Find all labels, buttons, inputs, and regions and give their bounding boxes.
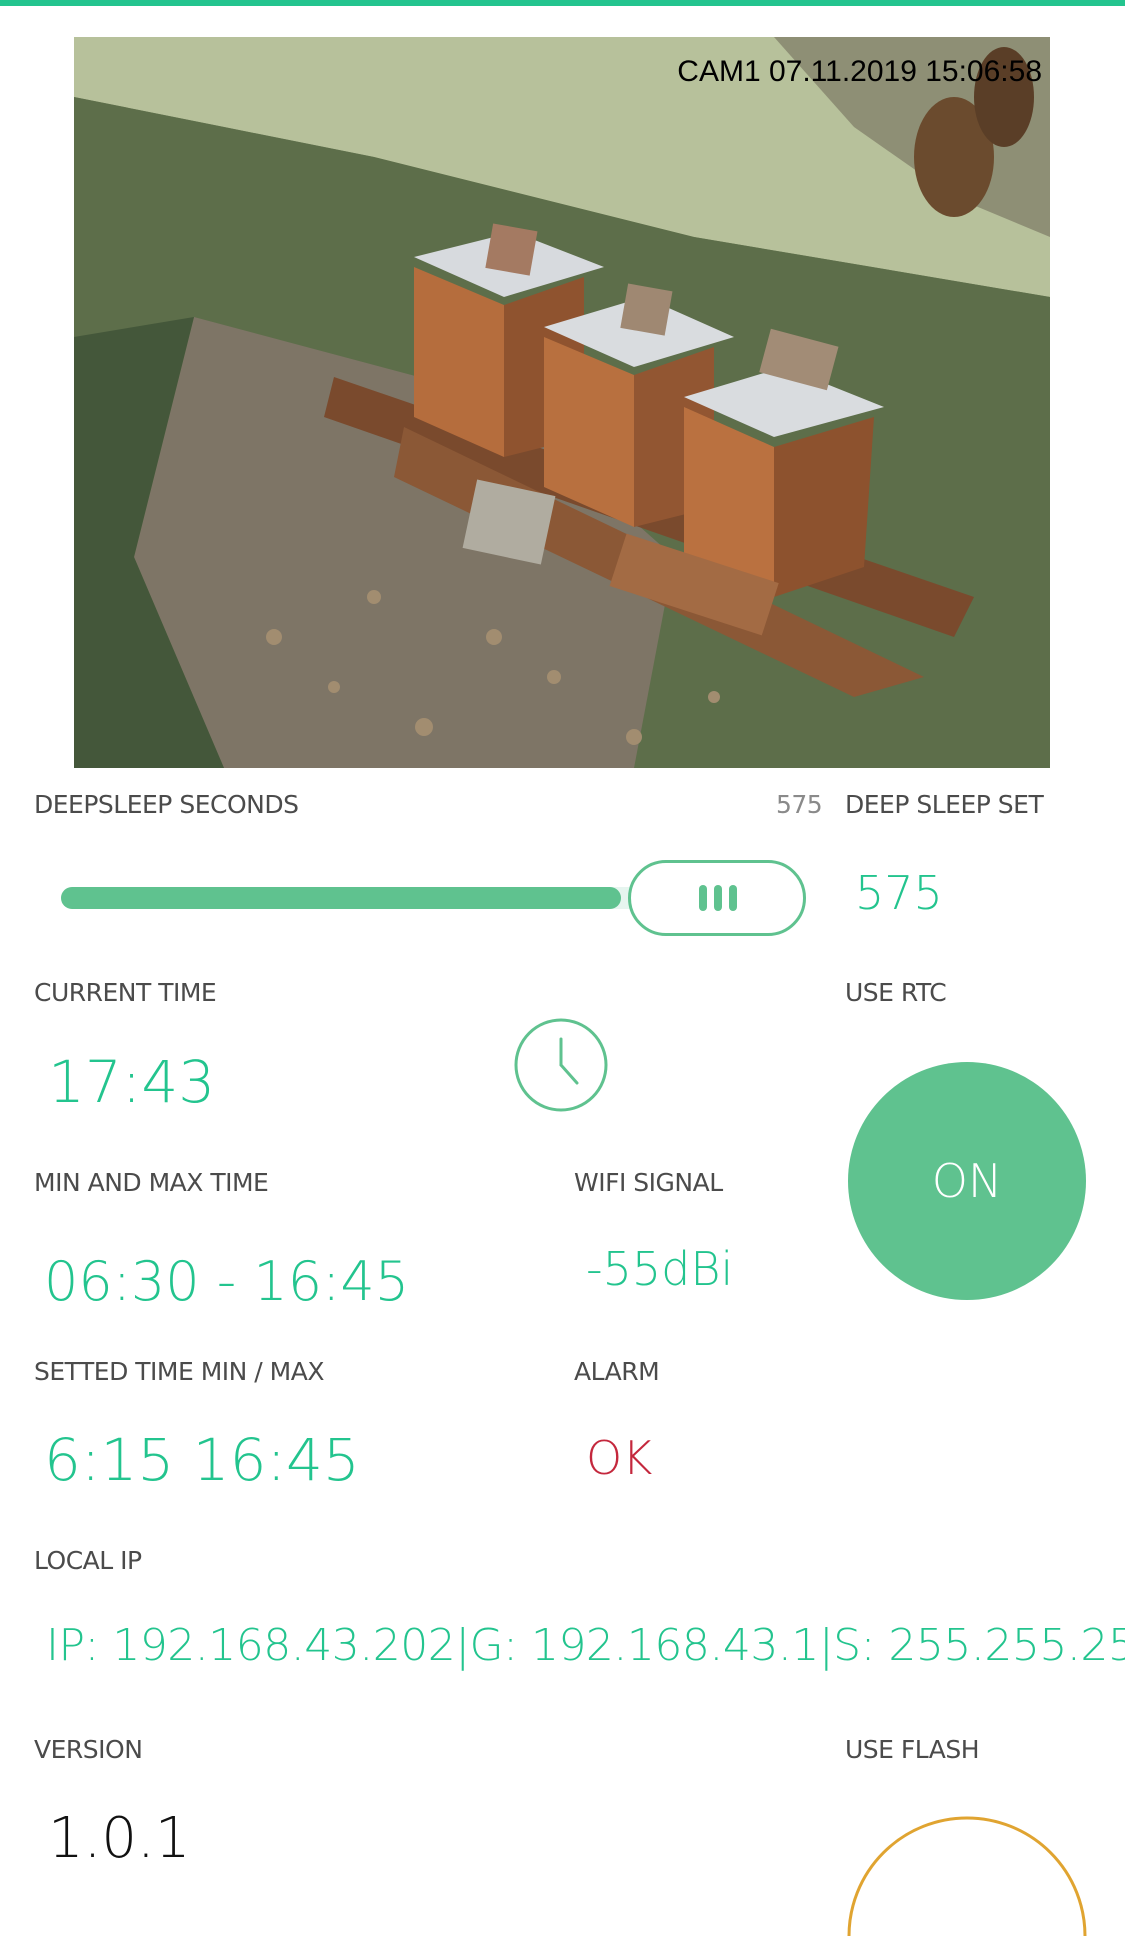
alarm-label: ALARM bbox=[574, 1357, 660, 1386]
use-rtc-toggle-button[interactable]: ON bbox=[848, 1062, 1086, 1300]
wifi-signal-label: WIFI SIGNAL bbox=[574, 1168, 723, 1197]
current-time-value: 17:43 bbox=[48, 1048, 216, 1116]
grip-icon bbox=[699, 885, 737, 911]
camera-timestamp: CAM1 07.11.2019 15:06:58 bbox=[677, 55, 1042, 88]
deepsleep-slider-knob[interactable] bbox=[628, 860, 806, 936]
alarm-status-value: OK bbox=[586, 1431, 653, 1485]
wifi-signal-value: -55dBi bbox=[586, 1242, 734, 1296]
version-label: VERSION bbox=[34, 1735, 143, 1764]
deepsleep-slider-fill bbox=[61, 887, 621, 909]
clock-icon[interactable] bbox=[513, 1017, 609, 1113]
beehive-photo bbox=[74, 37, 1050, 768]
deepsleep-label: DEEPSLEEP SECONDS bbox=[34, 790, 299, 819]
slider-value-text: 575 bbox=[776, 790, 823, 819]
setted-time-value: 6:15 16:45 bbox=[44, 1426, 360, 1494]
min-max-time-label: MIN AND MAX TIME bbox=[34, 1168, 269, 1197]
version-value: 1.0.1 bbox=[48, 1806, 191, 1871]
deepsleep-set-label: DEEP SLEEP SET bbox=[845, 790, 1044, 819]
use-flash-toggle-button[interactable] bbox=[846, 1815, 1088, 1937]
top-accent-bar bbox=[0, 0, 1125, 6]
use-rtc-label: USE RTC bbox=[845, 978, 947, 1007]
camera-snapshot: CAM1 07.11.2019 15:06:58 bbox=[74, 37, 1050, 768]
use-flash-label: USE FLASH bbox=[845, 1735, 980, 1764]
setted-time-label: SETTED TIME MIN / MAX bbox=[34, 1357, 324, 1386]
min-max-time-value: 06:30 - 16:45 bbox=[44, 1250, 410, 1313]
local-ip-label: LOCAL IP bbox=[34, 1546, 142, 1575]
deepsleep-set-value: 575 bbox=[855, 866, 943, 920]
local-ip-value: IP: 192.168.43.202|G: 192.168.43.1|S: 25… bbox=[46, 1620, 1125, 1671]
current-time-label: CURRENT TIME bbox=[34, 978, 217, 1007]
